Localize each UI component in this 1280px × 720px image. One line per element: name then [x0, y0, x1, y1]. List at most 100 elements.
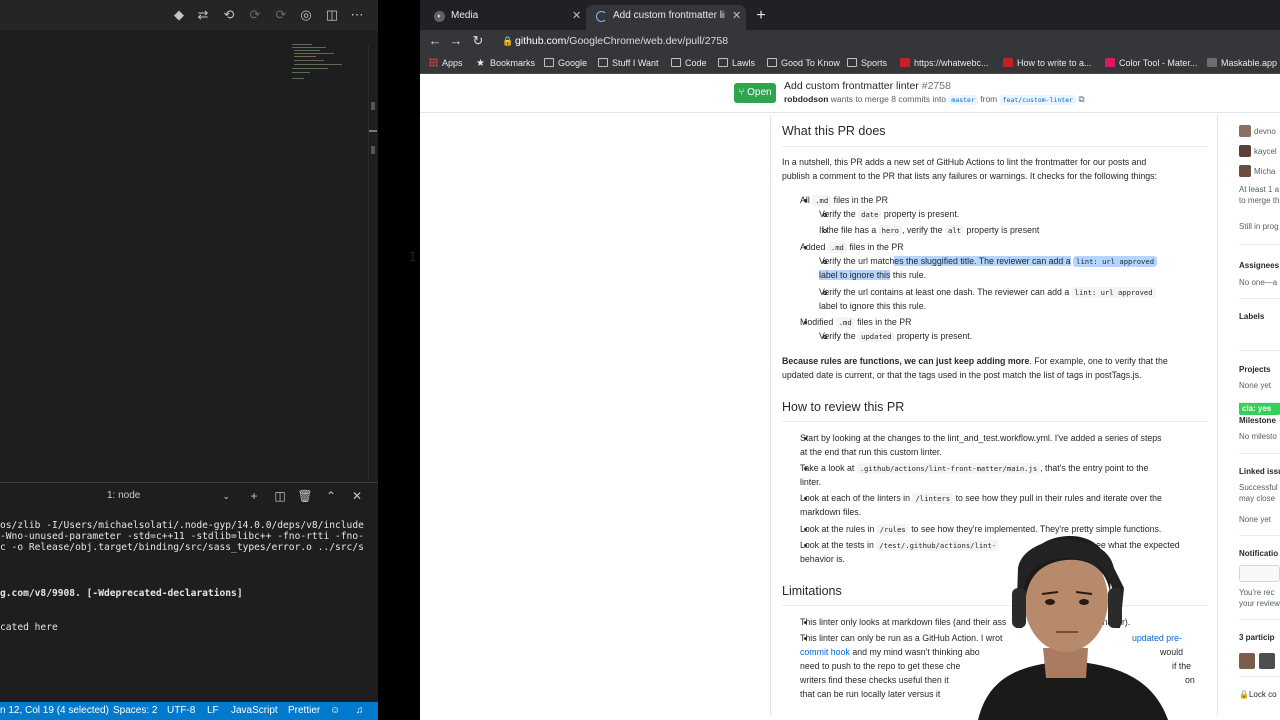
projects-heading[interactable]: Projects [1239, 364, 1271, 375]
back-icon[interactable]: ← [427, 32, 443, 50]
lock-icon: 🔒 [1239, 690, 1249, 699]
open-changes-icon[interactable]: ◎ [297, 6, 315, 24]
avatar[interactable] [1239, 653, 1255, 669]
editor-title-bar: ◆ ⇄ ⟲ ⟳ ⟳ ◎ ◫ ⋯ [0, 0, 378, 30]
bookmark-stuff[interactable]: Stuff I Want [598, 52, 659, 74]
close-icon[interactable]: ✕ [732, 5, 741, 27]
bookmark-bookmarks[interactable]: ★ Bookmarks [476, 52, 535, 74]
label-cla-yes[interactable]: cla: yes [1239, 402, 1280, 415]
editor-scrollbar[interactable] [368, 44, 378, 484]
notifications-heading: Notificatio [1239, 549, 1279, 558]
terminal-selected: 1: node [107, 490, 141, 501]
terminal-header: 1: node ⌄ + ◫ 🗑 ⌃ ✕ [0, 483, 378, 507]
text: If the file has a [819, 225, 877, 235]
folder-icon [847, 58, 857, 67]
divider [1239, 619, 1280, 620]
subscribe-button[interactable] [1239, 565, 1280, 582]
terminal-line: g.com/v8/9908. [-Wdeprecated-declaration… [0, 588, 243, 599]
go-back-icon[interactable]: ⟲ [220, 6, 238, 24]
encoding[interactable]: UTF-8 [167, 702, 195, 720]
indentation[interactable]: Spaces: 2 [113, 702, 157, 720]
go-forward-icon[interactable]: ⟳ [246, 6, 264, 24]
bookmark-good-to-know[interactable]: Good To Know [767, 52, 840, 74]
trash-icon[interactable]: 🗑 [296, 487, 314, 505]
reviewer[interactable]: devno [1239, 125, 1276, 137]
close-icon[interactable]: ✕ [572, 5, 581, 27]
pr-state-label: Open [747, 87, 772, 98]
site-icon [1105, 58, 1115, 67]
maximize-panel-icon[interactable]: ⌃ [322, 487, 340, 505]
feedback-icon[interactable]: ☺ [330, 702, 340, 720]
bookmark-color-tool[interactable]: Color Tool - Mater... [1105, 52, 1197, 74]
assignees-heading[interactable]: Assignees [1239, 260, 1279, 271]
list-item: Verify the date property is present. [819, 207, 959, 222]
bookmark-maskable[interactable]: Maskable.app Edi [1207, 52, 1280, 74]
linked-heading[interactable]: Linked issu [1239, 466, 1280, 477]
close-panel-icon[interactable]: ✕ [348, 487, 366, 505]
pre-commit-link[interactable]: commit hook [800, 647, 850, 657]
tab-media[interactable]: ◐ Media ✕ [424, 5, 586, 30]
text: property is present. [896, 331, 973, 341]
labels-heading[interactable]: Labels [1239, 311, 1264, 322]
list-item-cont: linter. [800, 477, 822, 487]
text: Look at the tests in [800, 540, 874, 550]
minimap[interactable] [290, 44, 368, 84]
selected-text: label to ignore this [819, 270, 891, 280]
bookmark-code[interactable]: Code [671, 52, 707, 74]
copy-icon[interactable]: ⧉ [1078, 94, 1084, 104]
language-mode[interactable]: JavaScript [231, 702, 278, 720]
reload-icon[interactable]: ↻ [470, 32, 486, 50]
new-tab-icon[interactable]: + [753, 7, 769, 25]
split-editor-icon[interactable]: ◫ [323, 6, 341, 24]
bookmark-lawls[interactable]: Lawls [718, 52, 755, 74]
editor-area[interactable] [0, 44, 378, 474]
base-branch[interactable]: master [948, 95, 978, 105]
more-icon[interactable]: ⋯ [348, 6, 366, 24]
site-icon [1207, 58, 1217, 67]
bell-icon[interactable]: ♫ [356, 702, 364, 720]
selected-text: es the sluggified title. The reviewer ca… [894, 256, 1071, 266]
milestone-heading[interactable]: Milestone [1239, 415, 1276, 426]
pr-number: #2758 [921, 80, 951, 92]
formatter[interactable]: Prettier [288, 702, 320, 720]
bookmark-whatwebcando[interactable]: https://whatwebc... [900, 52, 989, 74]
site-icon [900, 58, 910, 67]
avatar[interactable] [1259, 653, 1275, 669]
bookmark-apps[interactable]: Apps [429, 52, 463, 74]
cursor-position[interactable]: n 12, Col 19 (4 selected) [0, 702, 109, 720]
bookmark-google[interactable]: Google [544, 52, 587, 74]
tab-pull-request[interactable]: Add custom frontmatter linter ✕ [586, 5, 746, 30]
divider [1239, 350, 1280, 351]
review-note: to merge th [1239, 196, 1280, 205]
notifications-text: your review [1239, 599, 1280, 608]
avatar [1239, 125, 1251, 137]
pr-author[interactable]: robdodson [784, 94, 828, 104]
split-terminal-icon[interactable]: ◫ [271, 487, 289, 505]
bookmark-label: Lawls [732, 58, 756, 68]
head-branch[interactable]: feat/custom-linter [999, 95, 1077, 105]
go-forward-dim-icon[interactable]: ⟳ [272, 6, 290, 24]
bookmark-how-to-write[interactable]: How to write to a... [1003, 52, 1092, 74]
bookmark-sports[interactable]: Sports [847, 52, 887, 74]
address-bar[interactable]: 🔒 github.com/GoogleChrome/web.dev/pull/2… [497, 31, 1280, 51]
new-terminal-icon[interactable]: + [245, 487, 263, 505]
scroll-marker [371, 146, 375, 154]
divider [782, 421, 1208, 422]
list-item-cont: that can be run locally later versus it [800, 689, 941, 699]
reviewer[interactable]: Micha [1239, 165, 1275, 177]
avatar [1239, 145, 1251, 157]
reviewer[interactable]: kaycel [1239, 145, 1277, 157]
lock-conversation[interactable]: 🔒Lock co [1239, 689, 1277, 700]
code: lint: url approved [1071, 287, 1156, 298]
git-branch-icon[interactable]: ◆ [170, 6, 188, 24]
text: , that's the entry point to the [1040, 463, 1149, 473]
tab-title: Add custom frontmatter linter [613, 10, 725, 21]
folder-icon [767, 58, 777, 67]
pr-sticky-header: ⑂ Open Add custom frontmatter linter #27… [420, 75, 1280, 113]
forward-icon[interactable]: → [448, 32, 464, 50]
terminal-selector[interactable]: 1: node ⌄ [102, 487, 236, 505]
end-of-line[interactable]: LF [207, 702, 219, 720]
pull-request-icon[interactable]: ⇄ [194, 6, 212, 24]
review-status: Still in prog [1239, 222, 1279, 231]
code: .github/actions/lint-front-matter/main.j… [856, 463, 1041, 474]
